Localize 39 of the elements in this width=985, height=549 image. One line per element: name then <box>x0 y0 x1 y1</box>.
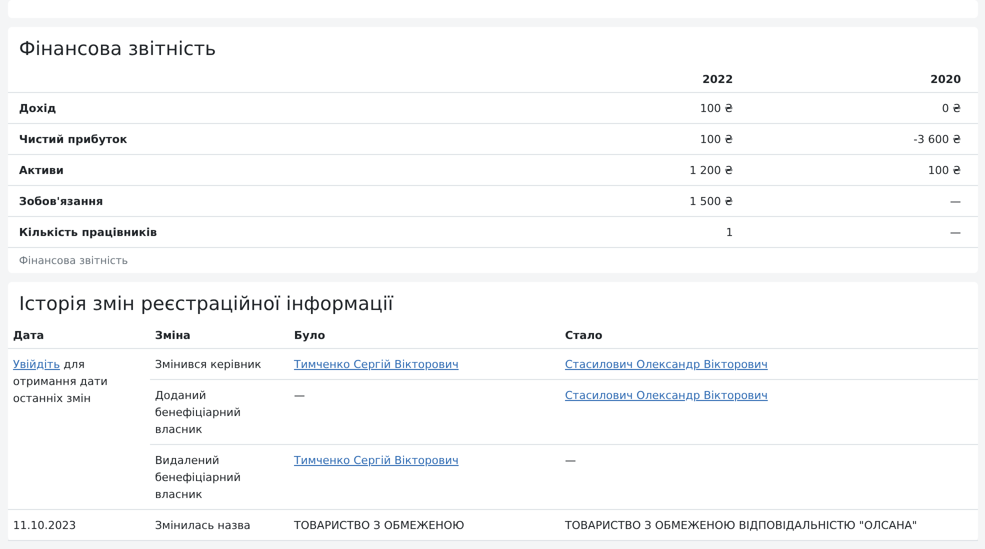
metric-label: Кількість працівників <box>8 216 522 248</box>
change-text: Змінився керівник <box>155 358 262 371</box>
table-cell: 1 <box>522 216 750 248</box>
section-title: Фінансова звітність <box>18 37 218 62</box>
change-text: Видалений бенефіціарний власник <box>155 454 241 501</box>
table-cell: 100 ₴ <box>750 154 978 186</box>
value-text: ТОВАРИСТВО З ОБМЕЖЕНОЮ ВІДПОВІДАЛЬНІСТЮ "ОЛСАНА" <box>565 519 918 532</box>
column-header: Було <box>289 323 560 348</box>
date-text: 11.10.2023 <box>13 519 76 532</box>
year-header: 2022 <box>522 68 750 92</box>
person-link[interactable]: Стасилович Олександр Вікторович <box>565 358 768 371</box>
value-text: — <box>565 454 576 467</box>
value-text: ТОВАРИСТВО З ОБМЕЖЕНОЮ <box>294 519 464 532</box>
metric-label: Чистий прибуток <box>8 124 522 154</box>
table-cell: 1 500 ₴ <box>522 186 750 216</box>
metric-label: Зобов'язання <box>8 186 522 216</box>
table-cell: 100 ₴ <box>522 92 750 124</box>
column-header: Дата <box>8 323 150 348</box>
login-link[interactable]: Увійдіть <box>13 358 60 371</box>
year-header: 2020 <box>750 68 978 92</box>
table-cell: — <box>750 186 978 216</box>
change-text: Доданий бенефіціарний власник <box>155 389 241 436</box>
value-text: — <box>294 389 305 402</box>
metric-label: Активи <box>8 154 522 186</box>
table-cell: 1 200 ₴ <box>522 154 750 186</box>
table-cell: -3 600 ₴ <box>750 124 978 154</box>
metric-label: Дохід <box>8 92 522 124</box>
column-header: Стало <box>560 323 978 348</box>
person-link[interactable]: Тимченко Сергій Вікторович <box>294 358 459 371</box>
table-cell: — <box>750 216 978 248</box>
section-title: Історія змін реєстраційної інформації <box>18 292 394 317</box>
table-cell: 0 ₴ <box>750 92 978 124</box>
footnote: Фінансова звітність <box>18 254 129 269</box>
column-header: Зміна <box>150 323 289 348</box>
person-link[interactable]: Тимченко Сергій Вікторович <box>294 454 459 467</box>
table-cell: 100 ₴ <box>522 124 750 154</box>
date-text: Увійдіть для отримання дати останніх змін <box>13 358 108 405</box>
change-text: Змінилась назва <box>155 519 251 532</box>
person-link[interactable]: Стасилович Олександр Вікторович <box>565 389 768 402</box>
